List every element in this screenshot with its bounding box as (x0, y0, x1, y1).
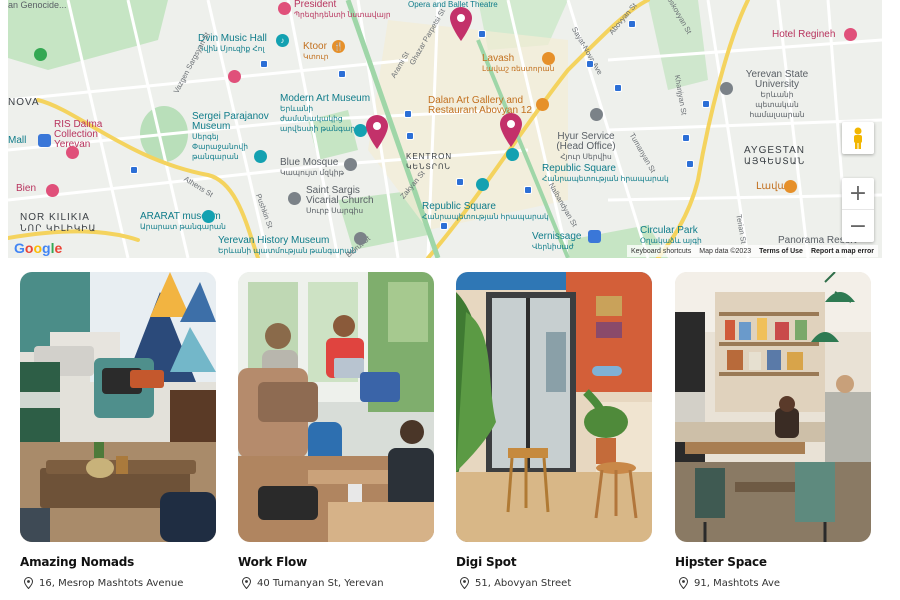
coworking-list: Amazing Nomads 16, Mesrop Mashtots Avenu… (20, 272, 872, 600)
transit-icon[interactable] (524, 186, 532, 194)
republic-sq-1-icon[interactable] (506, 148, 519, 161)
dalan-icon[interactable] (536, 98, 549, 111)
place-card-digi-spot[interactable]: Digi Spot 51, Abovyan Street (456, 272, 652, 600)
place-name: Hipster Space (675, 555, 767, 569)
transit-icon[interactable] (456, 178, 464, 186)
ktoor-icon[interactable]: 🍴 (332, 40, 345, 53)
place-address-row: 51, Abovyan Street (460, 577, 571, 589)
zoom-out-button[interactable]: − (842, 210, 874, 242)
terms-link[interactable]: Terms of Use (759, 248, 803, 255)
place-address-row: 16, Mesrop Mashtots Avenue (24, 577, 183, 589)
pin-icon[interactable] (448, 6, 474, 42)
place-photo[interactable] (20, 272, 216, 542)
place-address: 16, Mesrop Mashtots Avenue (39, 577, 184, 589)
map-label-mall: Mall (8, 135, 27, 146)
map-label-kentron: KENTRON ԿԵՆՏՐՈՆ (406, 152, 453, 171)
location-icon (679, 577, 688, 589)
transit-icon[interactable] (440, 222, 448, 230)
keyboard-shortcuts-link[interactable]: Keyboard shortcuts (631, 248, 691, 255)
pin-icon[interactable] (498, 112, 524, 148)
president-icon[interactable] (278, 2, 291, 15)
republic-sq-2-icon[interactable] (476, 178, 489, 191)
place-card-hipster-space[interactable]: Hipster Space 91, Mashtots Ave (675, 272, 871, 600)
place-address: 40 Tumanyan St, Yerevan (257, 577, 384, 589)
map-label-ysu: Yerevan State University Երևանի պետական հ… (745, 69, 809, 120)
place-address: 51, Abovyan Street (475, 577, 572, 589)
place-address-row: 40 Tumanyan St, Yerevan (242, 577, 384, 589)
map-label-nor-kilikia: NOR KILIKIA ՆՈՐ ԿԻԼԻԿԻԱ (20, 212, 97, 234)
map-label-nova: NOVA (8, 97, 40, 108)
place-photo[interactable] (238, 272, 434, 542)
map-label-blue-mosque: Blue Mosque Կապույտ մզկիթ (280, 157, 345, 178)
map-label-circular-park: Circular Park Օղակաձև այգի (640, 225, 702, 246)
map-label-vernissage: Vernissage Վերնիսաժ (532, 231, 582, 252)
dvin-music-icon[interactable]: ♪ (276, 34, 289, 47)
map-label-genocide: an Genocide... (8, 0, 67, 10)
map-label-aygestan: AYGESTAN ԱՅԳԵՍՏԱՆ (744, 145, 806, 167)
transit-icon[interactable] (586, 60, 594, 68)
transit-icon[interactable] (338, 70, 346, 78)
mosque-icon[interactable] (344, 158, 357, 171)
place-address: 91, Mashtots Ave (694, 577, 781, 589)
transit-icon[interactable] (404, 110, 412, 118)
shop-icon[interactable] (228, 70, 241, 83)
location-icon (460, 577, 469, 589)
mall-icon[interactable] (38, 134, 51, 147)
pegman-icon (854, 127, 862, 149)
transit-icon[interactable] (406, 132, 414, 140)
place-name: Digi Spot (456, 555, 517, 569)
location-icon (24, 577, 33, 589)
parajanov-icon[interactable] (254, 150, 267, 163)
transit-icon[interactable] (686, 160, 694, 168)
map-label-ris-dalma: RIS Dalma Collection Yerevan (54, 119, 103, 150)
place-card-amazing-nomads[interactable]: Amazing Nomads 16, Mesrop Mashtots Avenu… (20, 272, 216, 600)
map-label-hyur: Hyur Service (Head Office) Հյուր Սերվիս (556, 131, 616, 162)
map-label-hotel-regineh: Hotel Regineh (772, 29, 836, 40)
hyur-icon[interactable] (590, 108, 603, 121)
place-name: Amazing Nomads (20, 555, 135, 569)
place-photo[interactable] (456, 272, 652, 542)
transit-icon[interactable] (702, 100, 710, 108)
transit-icon[interactable] (478, 30, 486, 38)
university-icon[interactable] (720, 82, 733, 95)
report-error-link[interactable]: Report a map error (811, 248, 874, 255)
transit-icon[interactable] (682, 134, 690, 142)
street-view-pegman[interactable] (842, 122, 874, 154)
transit-icon[interactable] (130, 166, 138, 174)
lavash-icon[interactable] (542, 52, 555, 65)
map-label-bien: Bien (16, 183, 37, 194)
vernissage-icon[interactable] (588, 230, 601, 243)
bien-icon[interactable] (46, 184, 59, 197)
church-icon[interactable] (288, 192, 301, 205)
park-icon[interactable] (34, 48, 47, 61)
map-label-history-museum: Yerevan History Museum Երևանի պատմության … (218, 235, 357, 256)
ris-dalma-icon[interactable] (66, 146, 79, 159)
location-icon (242, 577, 251, 589)
zoom-in-button[interactable]: + (842, 178, 874, 210)
hotel-icon[interactable] (844, 28, 857, 41)
lavash-2-icon[interactable] (784, 180, 797, 193)
map-label-ktoor: Ktoor Կտուր (303, 41, 329, 62)
map-label-republic-sq-2: Republic Square Հանրապետության հրապարակ (422, 201, 549, 222)
map-label-saint-sargis: Saint Sargis Vicarial Church Սուրբ Սարգիս (306, 185, 374, 216)
place-card-work-flow[interactable]: Work Flow 40 Tumanyan St, Yerevan (238, 272, 434, 600)
ararat-icon[interactable] (202, 210, 215, 223)
transit-icon[interactable] (614, 84, 622, 92)
place-photo[interactable] (675, 272, 871, 542)
map-label-president: President Պրեզիդենտի նստավայր (294, 0, 391, 19)
place-address-row: 91, Mashtots Ave (679, 577, 780, 589)
map-attribution: Keyboard shortcuts Map data ©2023 Terms … (626, 245, 878, 257)
map[interactable]: an Genocide... President Պրեզիդենտի նստավ… (8, 0, 882, 258)
pin-icon[interactable] (364, 114, 390, 150)
google-logo: Google (14, 240, 63, 256)
place-name: Work Flow (238, 555, 307, 569)
map-data-text: Map data ©2023 (699, 247, 752, 255)
history-museum-icon[interactable] (354, 232, 367, 245)
zoom-control: + − (842, 178, 874, 242)
transit-icon[interactable] (628, 20, 636, 28)
transit-icon[interactable] (260, 60, 268, 68)
